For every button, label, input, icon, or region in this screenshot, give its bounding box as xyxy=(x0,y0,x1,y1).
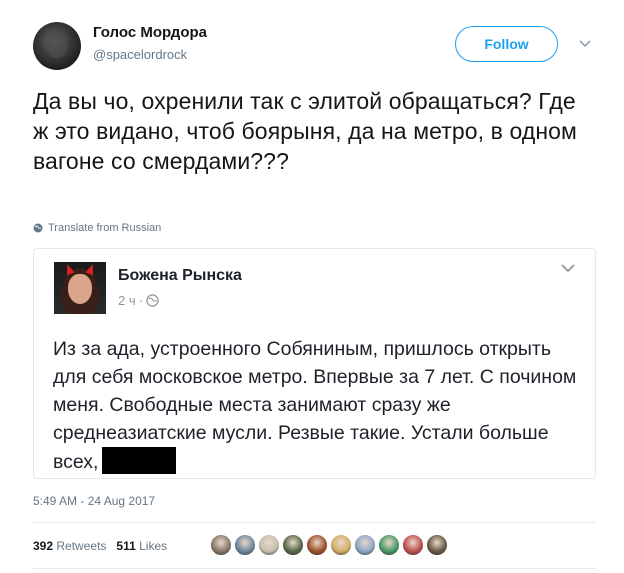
tweet-stats: 392 Retweets 511 Likes xyxy=(33,539,167,553)
tweet-timestamp[interactable]: 5:49 AM - 24 Aug 2017 xyxy=(33,494,155,508)
quoted-author-avatar xyxy=(54,262,106,314)
quoted-screenshot[interactable]: Божена Рынска 2 ч · Из за ада, устроенно… xyxy=(33,248,596,479)
likers-avatars xyxy=(210,534,448,556)
translate-link[interactable]: Translate from Russian xyxy=(33,222,161,234)
quoted-post-time: 2 ч xyxy=(118,293,136,308)
liker-avatar[interactable] xyxy=(234,534,256,556)
quoted-post-meta: 2 ч · xyxy=(118,293,159,308)
meta-separator: · xyxy=(138,293,143,308)
author-handle[interactable]: @spacelordrock xyxy=(93,47,187,62)
liker-avatar[interactable] xyxy=(330,534,352,556)
follow-button[interactable]: Follow xyxy=(455,26,558,62)
divider xyxy=(33,522,596,523)
divider xyxy=(33,568,596,569)
redaction-bar xyxy=(102,447,177,474)
liker-avatar[interactable] xyxy=(258,534,280,556)
chevron-down-icon xyxy=(561,264,575,273)
globe-icon xyxy=(146,294,159,307)
liker-avatar[interactable] xyxy=(306,534,328,556)
liker-avatar[interactable] xyxy=(378,534,400,556)
chevron-down-icon[interactable] xyxy=(578,36,592,50)
likes-stat[interactable]: 511 Likes xyxy=(116,539,167,553)
quoted-post-text: Из за ада, устроенного Собяниным, пришло… xyxy=(53,335,588,476)
liker-avatar[interactable] xyxy=(210,534,232,556)
liker-avatar[interactable] xyxy=(402,534,424,556)
tweet-text: Да вы чо, охренили так с элитой обращать… xyxy=(33,88,577,174)
translate-label: Translate from Russian xyxy=(48,222,162,234)
liker-avatar[interactable] xyxy=(282,534,304,556)
liker-avatar[interactable] xyxy=(426,534,448,556)
author-avatar[interactable] xyxy=(33,22,81,70)
globe-icon xyxy=(33,223,43,233)
retweets-stat[interactable]: 392 Retweets xyxy=(33,539,106,553)
quoted-author-name: Божена Рынска xyxy=(118,267,242,284)
liker-avatar[interactable] xyxy=(354,534,376,556)
author-name[interactable]: Голос Мордора xyxy=(93,24,207,41)
